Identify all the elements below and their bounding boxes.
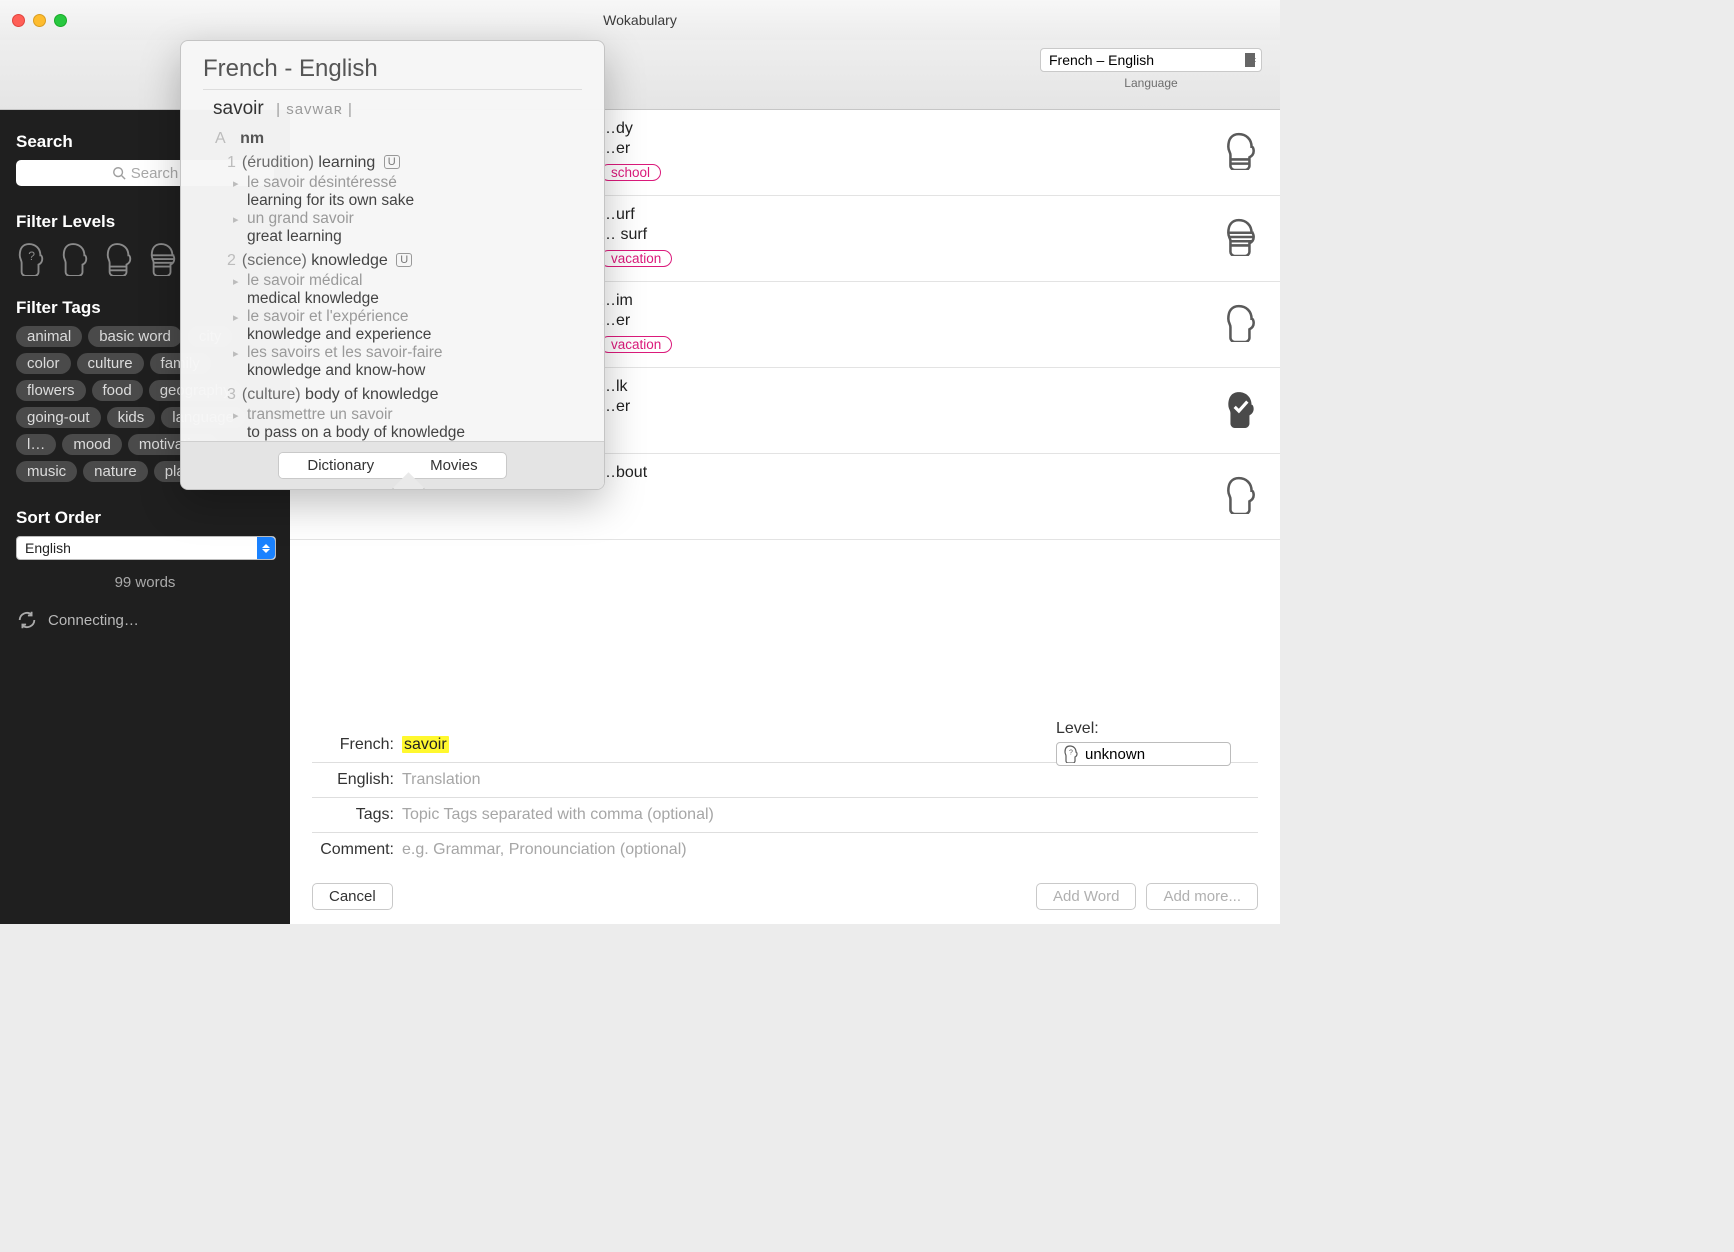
level-icon xyxy=(1224,390,1258,428)
word-tag: vacation xyxy=(600,336,672,353)
level-icon xyxy=(1224,304,1258,342)
comment-label: Comment: xyxy=(312,841,402,859)
tags-input[interactable]: Topic Tags separated with comma (optiona… xyxy=(402,806,1258,824)
search-icon xyxy=(112,166,126,180)
word-translation: …er xyxy=(600,398,1262,416)
form-buttons: Cancel Add Word Add more... xyxy=(312,883,1258,910)
comment-input[interactable]: e.g. Grammar, Pronounciation (optional) xyxy=(402,841,1258,859)
filter-tag[interactable]: color xyxy=(16,353,71,374)
level-icon xyxy=(1224,476,1258,514)
tab-dictionary[interactable]: Dictionary xyxy=(279,453,402,478)
dictionary-example: transmettre un savoirto pass on a body o… xyxy=(247,406,582,441)
pos-value: nm xyxy=(240,130,264,147)
chevron-up-down-icon xyxy=(257,537,275,559)
language-select-label: Language xyxy=(1040,76,1262,90)
filter-tag[interactable]: animal xyxy=(16,326,82,347)
popover-tabs: Dictionary Movies xyxy=(278,452,506,479)
word-tags: school xyxy=(600,164,1262,181)
filter-tag[interactable]: food xyxy=(92,380,143,401)
english-field-row: English: Translation xyxy=(312,763,1258,798)
word-tags: vacation xyxy=(600,336,1262,353)
dictionary-sense: 2(science) knowledge U xyxy=(227,252,582,270)
filter-tag[interactable]: culture xyxy=(77,353,144,374)
add-more-button[interactable]: Add more... xyxy=(1146,883,1258,910)
filter-tag[interactable]: basic word xyxy=(88,326,182,347)
pos-marker: A xyxy=(215,130,226,147)
sort-order-select[interactable]: English xyxy=(16,536,276,560)
word-foreign: …im xyxy=(600,292,1262,310)
language-select-value: French – English xyxy=(1049,52,1154,68)
level-icon xyxy=(1224,218,1258,256)
word-foreign: …dy xyxy=(600,120,1262,138)
filter-tag[interactable]: mood xyxy=(62,434,122,455)
english-input[interactable]: Translation xyxy=(402,771,1258,789)
popover-footer: Dictionary Movies xyxy=(181,441,604,489)
word-count-label: 99 words xyxy=(16,574,274,591)
word-foreign: …urf xyxy=(600,206,1262,224)
dictionary-sense: 3(culture) body of knowledge xyxy=(227,386,582,404)
comment-field-row: Comment: e.g. Grammar, Pronounciation (o… xyxy=(312,833,1258,867)
tab-movies[interactable]: Movies xyxy=(402,453,506,478)
level-unknown-icon[interactable]: ? xyxy=(16,242,46,276)
filter-tag[interactable]: kids xyxy=(107,407,156,428)
word-tags: vacation xyxy=(600,250,1262,267)
word-translation: …er xyxy=(600,312,1262,330)
chevron-up-down-icon xyxy=(1245,51,1259,69)
tags-field-row: Tags: Topic Tags separated with comma (o… xyxy=(312,798,1258,833)
word-tag: vacation xyxy=(600,250,672,267)
language-select[interactable]: French – English xyxy=(1040,48,1262,72)
dictionary-sense: 1(érudition) learning U xyxy=(227,154,582,172)
language-picker: French – English Language xyxy=(1040,48,1262,90)
word-translation: …er xyxy=(600,140,1262,158)
filter-tag[interactable]: music xyxy=(16,461,77,482)
word-tag: school xyxy=(600,164,661,181)
dictionary-example: le savoir médicalmedical knowledge xyxy=(247,272,582,308)
french-input-value: savoir xyxy=(402,736,449,753)
french-label: French: xyxy=(312,736,402,754)
filter-tag[interactable]: nature xyxy=(83,461,148,482)
popover-headword: savoir xyxy=(213,98,264,119)
level-2-icon[interactable] xyxy=(104,242,134,276)
level-select[interactable]: ? unknown xyxy=(1056,742,1231,766)
level-area: Level: ? unknown xyxy=(1056,720,1256,766)
english-label: English: xyxy=(312,771,402,789)
svg-text:?: ? xyxy=(1069,750,1073,757)
level-3-icon[interactable] xyxy=(148,242,178,276)
word-foreign: …bout xyxy=(600,464,1262,482)
sync-status: Connecting… xyxy=(16,609,274,631)
sort-order-heading: Sort Order xyxy=(16,508,274,528)
dictionary-example: les savoirs et les savoir-faireknowledge… xyxy=(247,344,582,380)
dictionary-example: le savoir et l'expérienceknowledge and e… xyxy=(247,308,582,344)
filter-tag[interactable]: l… xyxy=(16,434,56,455)
sync-status-label: Connecting… xyxy=(48,612,139,629)
add-word-button[interactable]: Add Word xyxy=(1036,883,1136,910)
head-unknown-icon: ? xyxy=(1063,745,1079,763)
tags-label: Tags: xyxy=(312,806,402,824)
sort-order-value: English xyxy=(25,540,71,556)
cancel-button[interactable]: Cancel xyxy=(312,883,393,910)
level-label: Level: xyxy=(1056,720,1256,738)
popover-body: French - English savoir | savwaʀ | A nm … xyxy=(181,41,604,441)
word-foreign: …lk xyxy=(600,378,1262,396)
level-1-icon[interactable] xyxy=(60,242,90,276)
dictionary-example: un grand savoirgreat learning xyxy=(247,210,582,246)
level-icon xyxy=(1224,132,1258,170)
dictionary-popover: French - English savoir | savwaʀ | A nm … xyxy=(180,40,605,490)
popover-pos: A nm xyxy=(215,130,582,148)
filter-tag[interactable]: going-out xyxy=(16,407,101,428)
search-placeholder: Search xyxy=(131,165,179,182)
titlebar: Wokabulary xyxy=(0,0,1280,40)
window-title: Wokabulary xyxy=(0,12,1280,28)
word-translation: … surf xyxy=(600,226,1262,244)
popover-title: French - English xyxy=(203,55,582,90)
dictionary-example: le savoir désintéressélearning for its o… xyxy=(247,174,582,210)
level-select-value: unknown xyxy=(1085,746,1145,763)
svg-text:?: ? xyxy=(28,249,35,263)
filter-tag[interactable]: flowers xyxy=(16,380,86,401)
popover-pronunciation: | savwaʀ | xyxy=(276,101,353,118)
sync-icon xyxy=(16,609,38,631)
add-word-form: French: savoir English: Translation Tags… xyxy=(302,720,1268,910)
